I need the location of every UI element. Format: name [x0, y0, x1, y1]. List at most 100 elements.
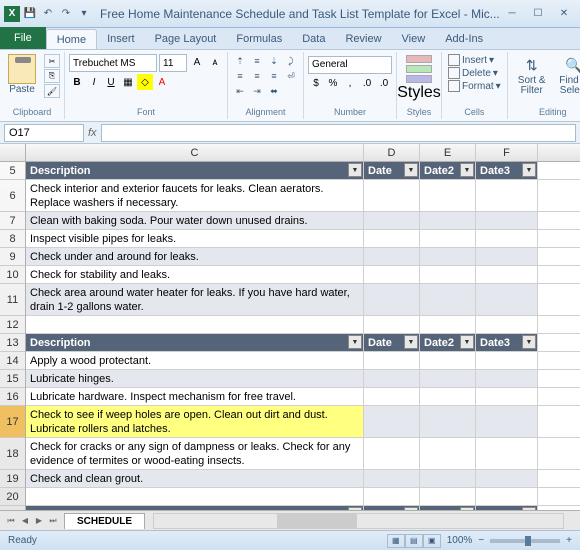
row-header[interactable]: 18 [0, 438, 25, 470]
view-tab[interactable]: View [392, 29, 436, 49]
cell[interactable]: Check for cracks or any sign of dampness… [26, 438, 364, 469]
cell[interactable] [420, 180, 476, 211]
header-cell[interactable]: Date▼ [364, 162, 420, 179]
name-box[interactable] [4, 124, 84, 142]
cell[interactable]: Apply a wood protectant. [26, 352, 364, 369]
cell[interactable]: Check and clean grout. [26, 470, 364, 487]
filter-dropdown-icon[interactable]: ▼ [348, 335, 362, 349]
header-cell[interactable]: Date3▼ [476, 162, 538, 179]
close-button[interactable]: ✕ [552, 5, 576, 23]
undo-icon[interactable]: ↶ [40, 6, 56, 22]
cell[interactable] [420, 352, 476, 369]
filter-dropdown-icon[interactable]: ▼ [460, 335, 474, 349]
cell[interactable] [476, 316, 538, 333]
cell[interactable]: Check interior and exterior faucets for … [26, 180, 364, 211]
row-header[interactable]: 6 [0, 180, 25, 212]
filter-dropdown-icon[interactable]: ▼ [460, 163, 474, 177]
header-cell[interactable]: Date2▼ [420, 162, 476, 179]
italic-button[interactable]: I [86, 74, 102, 90]
review-tab[interactable]: Review [335, 29, 391, 49]
row-header[interactable]: 5 [0, 162, 25, 180]
cell[interactable] [364, 388, 420, 405]
cell[interactable] [476, 212, 538, 229]
prev-sheet-icon[interactable]: ◀ [18, 514, 32, 528]
align-right-icon[interactable]: ≡ [266, 69, 282, 83]
minimize-button[interactable]: ─ [500, 5, 524, 23]
grow-font-icon[interactable]: A [189, 54, 205, 70]
insert-cells-button[interactable]: Insert ▾ [446, 54, 503, 66]
cell[interactable] [476, 266, 538, 283]
align-left-icon[interactable]: ≡ [232, 69, 248, 83]
cell[interactable]: Clean with baking soda. Pour water down … [26, 212, 364, 229]
filter-dropdown-icon[interactable]: ▼ [404, 507, 418, 510]
home-tab[interactable]: Home [46, 29, 97, 49]
cell[interactable] [364, 406, 420, 437]
sort-filter-button[interactable]: ⇅ Sort & Filter [512, 54, 552, 106]
format-cells-button[interactable]: Format ▾ [446, 80, 503, 92]
shrink-font-icon[interactable]: ᴀ [207, 54, 223, 70]
header-cell[interactable]: Date▼ [364, 334, 420, 351]
cell[interactable] [420, 230, 476, 247]
filter-dropdown-icon[interactable]: ▼ [348, 507, 362, 510]
increase-decimal-icon[interactable]: .0 [359, 76, 375, 92]
select-all-button[interactable] [0, 144, 26, 161]
page-break-view-icon[interactable]: ▣ [423, 534, 441, 548]
header-cell[interactable]: Date3▼ [476, 506, 538, 510]
filter-dropdown-icon[interactable]: ▼ [522, 507, 536, 510]
cell[interactable] [26, 316, 364, 333]
decrease-indent-icon[interactable]: ⇤ [232, 84, 248, 98]
increase-indent-icon[interactable]: ⇥ [249, 84, 265, 98]
bold-button[interactable]: B [69, 74, 85, 90]
cell[interactable] [476, 230, 538, 247]
cell[interactable] [364, 352, 420, 369]
maximize-button[interactable]: ☐ [526, 5, 550, 23]
cell[interactable] [420, 388, 476, 405]
font-color-icon[interactable]: A [154, 74, 170, 90]
row-header[interactable]: 8 [0, 230, 25, 248]
row-header[interactable]: 14 [0, 352, 25, 370]
cell[interactable] [364, 180, 420, 211]
cell[interactable] [476, 406, 538, 437]
orientation-icon[interactable]: ⤸ [283, 54, 299, 68]
row-header[interactable]: 15 [0, 370, 25, 388]
zoom-in-button[interactable]: + [566, 535, 572, 546]
cell[interactable] [420, 370, 476, 387]
filter-dropdown-icon[interactable]: ▼ [348, 163, 362, 177]
cell[interactable] [364, 470, 420, 487]
cell[interactable] [420, 438, 476, 469]
filter-dropdown-icon[interactable]: ▼ [522, 163, 536, 177]
header-cell[interactable]: Date2▼ [420, 506, 476, 510]
currency-icon[interactable]: $ [308, 76, 324, 92]
save-icon[interactable]: 💾 [22, 6, 38, 22]
row-header[interactable]: 20 [0, 488, 25, 506]
cell[interactable] [476, 180, 538, 211]
data-tab[interactable]: Data [292, 29, 335, 49]
header-cell[interactable]: Description▼ [26, 334, 364, 351]
last-sheet-icon[interactable]: ⏭ [46, 514, 60, 528]
filter-dropdown-icon[interactable]: ▼ [404, 163, 418, 177]
cell[interactable]: Check to see if weep holes are open. Cle… [26, 406, 364, 437]
page-layout-view-icon[interactable]: ▤ [405, 534, 423, 548]
fill-color-icon[interactable]: ◇ [137, 74, 153, 90]
cell[interactable] [476, 284, 538, 315]
cell[interactable] [420, 212, 476, 229]
cell[interactable] [364, 266, 420, 283]
row-header[interactable]: 9 [0, 248, 25, 266]
row-header[interactable]: 21 [0, 506, 25, 510]
cell[interactable] [364, 488, 420, 505]
comma-icon[interactable]: , [342, 76, 358, 92]
row-header[interactable]: 16 [0, 388, 25, 406]
redo-icon[interactable]: ↷ [58, 6, 74, 22]
insert-tab[interactable]: Insert [97, 29, 145, 49]
qat-dropdown-icon[interactable]: ▾ [76, 6, 92, 22]
header-cell[interactable]: Date▼ [364, 506, 420, 510]
cell[interactable] [364, 438, 420, 469]
cell[interactable] [476, 488, 538, 505]
delete-cells-button[interactable]: Delete ▾ [446, 67, 503, 79]
header-cell[interactable]: Description▼ [26, 506, 364, 510]
header-cell[interactable]: Description▼ [26, 162, 364, 179]
row-header[interactable]: 19 [0, 470, 25, 488]
cell[interactable] [420, 248, 476, 265]
cell[interactable] [476, 438, 538, 469]
col-header-f[interactable]: F [476, 144, 538, 161]
